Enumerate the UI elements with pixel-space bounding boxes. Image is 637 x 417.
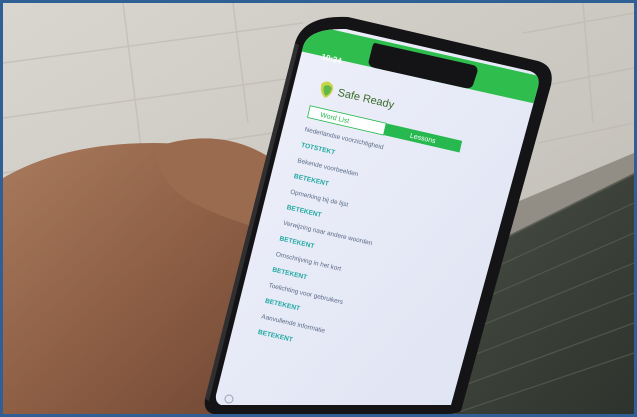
photo-frame: 10:34 Safe Ready Word List Lessons Neder…: [0, 0, 637, 417]
photo-scene: 10:34 Safe Ready Word List Lessons Neder…: [3, 3, 634, 414]
